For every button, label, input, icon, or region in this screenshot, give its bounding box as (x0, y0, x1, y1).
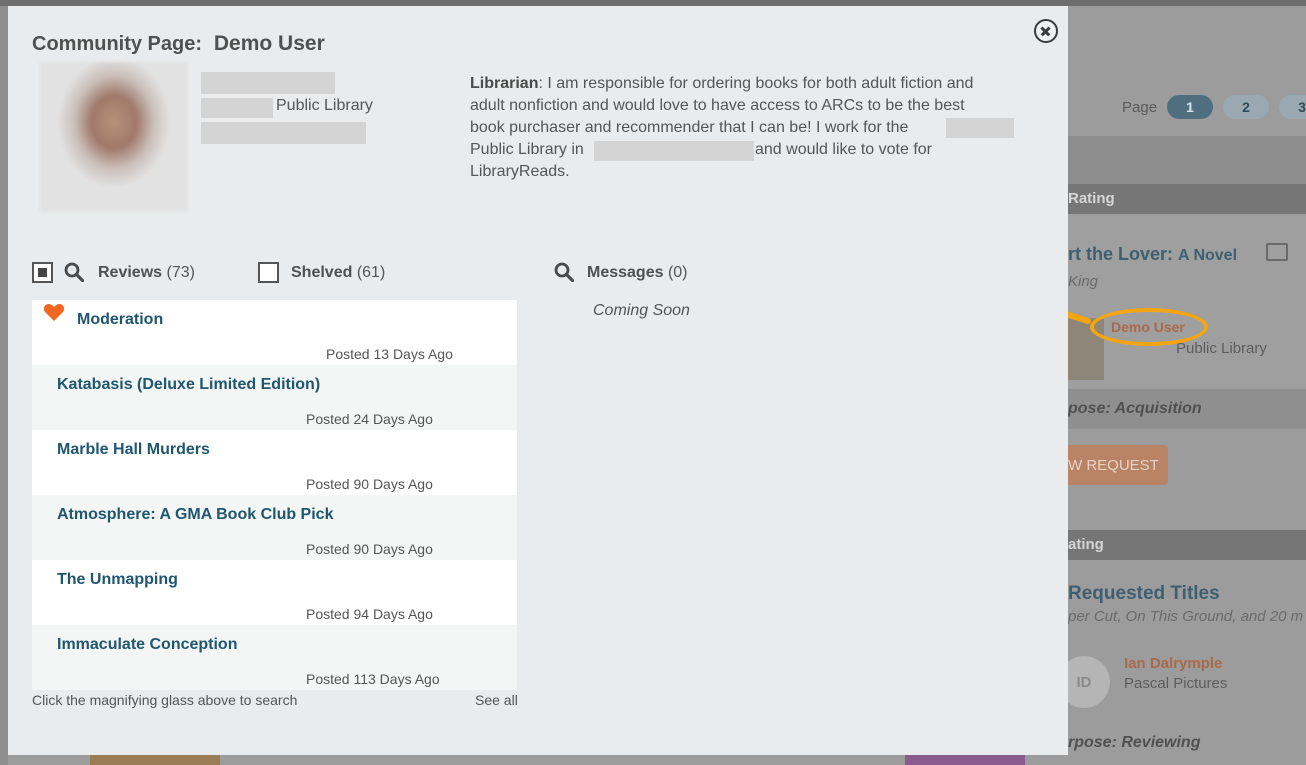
background-left-column (0, 6, 8, 765)
pager-page-1[interactable]: 1 (1167, 95, 1214, 119)
review-title-link[interactable]: Katabasis (Deluxe Limited Edition) (57, 376, 320, 394)
page-title-prefix: Community Page: (32, 33, 203, 55)
profile-photo (40, 62, 188, 212)
bio-line-3: book purchaser and recommender that I ca… (470, 119, 909, 136)
tab-shelved[interactable]: Shelved (61) (291, 264, 385, 282)
background-requester-library: Public Library (1176, 340, 1267, 357)
list-item: Moderation Posted 13 Days Ago (32, 300, 517, 365)
bio-role: Librarian (470, 75, 539, 92)
background-strip (1068, 136, 1306, 184)
review-date: Posted 94 Days Ago (306, 606, 433, 622)
list-item: Immaculate Conception Posted 113 Days Ag… (32, 625, 517, 690)
search-hint: Click the magnifying glass above to sear… (32, 692, 298, 708)
redacted-library-prefix (201, 98, 273, 118)
tab-messages-count: (0) (667, 264, 688, 281)
background-requested-titles-sub: per Cut, On This Ground, and 20 m (1068, 608, 1304, 625)
tab-reviews-label: Reviews (98, 264, 163, 281)
tab-messages-label: Messages (587, 264, 664, 281)
list-item: The Unmapping Posted 94 Days Ago (32, 560, 517, 625)
expand-icon[interactable] (1266, 243, 1288, 261)
background-book-cover-1 (90, 755, 220, 765)
review-date: Posted 90 Days Ago (306, 476, 433, 492)
reviews-list: Moderation Posted 13 Days Ago Katabasis … (32, 300, 517, 690)
background-book-cover-2 (905, 755, 1025, 765)
annotation-highlight-ring (1090, 308, 1208, 346)
bio-text-1: : I am responsible for ordering books fo… (538, 75, 974, 92)
tab-shelved-label: Shelved (291, 264, 353, 281)
review-date: Posted 13 Days Ago (326, 346, 453, 362)
close-icon[interactable] (1034, 19, 1058, 43)
search-icon[interactable] (64, 262, 84, 282)
bio-line-4b: and would like to vote for (755, 141, 932, 158)
bio-line-2: adult nonfiction and would love to have … (470, 97, 965, 114)
review-title-link[interactable]: Marble Hall Murders (57, 441, 210, 459)
background-pager: Page 1 2 3 (1122, 95, 1306, 119)
messages-search-icon[interactable] (554, 262, 574, 282)
redacted-city (594, 141, 754, 161)
background-request-button[interactable]: W REQUEST (1068, 445, 1168, 485)
tab-reviews-count: (73) (166, 264, 195, 281)
shelved-checkbox[interactable] (258, 262, 279, 283)
see-all-link[interactable]: See all (475, 692, 518, 708)
bio-line-4a: Public Library in (470, 141, 584, 158)
background-requested-titles: Requested Titles (1068, 583, 1220, 604)
bio-line-5: LibraryReads. (470, 163, 570, 180)
heart-icon[interactable] (43, 302, 65, 322)
review-title-link[interactable]: Atmosphere: A GMA Book Club Pick (57, 506, 333, 524)
review-title-link[interactable]: Immaculate Conception (57, 636, 237, 654)
pager-label: Page (1122, 98, 1158, 116)
bio-line-1: Librarian: I am responsible for ordering… (470, 75, 973, 93)
pager-page-3[interactable]: 3 (1279, 95, 1306, 119)
review-title-link[interactable]: Moderation (77, 311, 163, 329)
page-title: Community Page: Demo User (32, 32, 325, 56)
review-date: Posted 24 Days Ago (306, 411, 433, 427)
review-date: Posted 90 Days Ago (306, 541, 433, 557)
user-library-label: Public Library (276, 97, 373, 114)
background-reviewer-name[interactable]: Ian Dalrymple (1124, 655, 1222, 672)
redacted-location (201, 122, 366, 144)
tab-shelved-count: (61) (356, 264, 386, 281)
messages-placeholder: Coming Soon (593, 302, 690, 319)
redacted-name (201, 72, 335, 94)
background-section-header-rating-2: ating (1068, 530, 1306, 560)
pager-page-2[interactable]: 2 (1223, 95, 1270, 119)
list-item: Atmosphere: A GMA Book Club Pick Posted … (32, 495, 517, 560)
background-purpose-acquisition: pose: Acquisition (1068, 400, 1202, 417)
page-title-username: Demo User (213, 32, 325, 55)
tab-messages[interactable]: Messages (0) (587, 264, 688, 282)
background-reviewer-org: Pascal Pictures (1124, 675, 1228, 692)
review-date: Posted 113 Days Ago (306, 671, 440, 687)
tab-reviews[interactable]: Reviews (73) (98, 264, 195, 282)
reviews-checkbox[interactable] (32, 262, 53, 283)
background-book-subtitle: A Novel (1178, 247, 1238, 264)
list-item: Katabasis (Deluxe Limited Edition) Poste… (32, 365, 517, 430)
review-title-link[interactable]: The Unmapping (57, 571, 178, 589)
redacted-library-name (946, 118, 1014, 138)
background-section-header-rating: Rating (1068, 184, 1306, 214)
background-purpose-reviewing: rpose: Reviewing (1068, 734, 1201, 751)
list-item: Marble Hall Murders Posted 90 Days Ago (32, 430, 517, 495)
